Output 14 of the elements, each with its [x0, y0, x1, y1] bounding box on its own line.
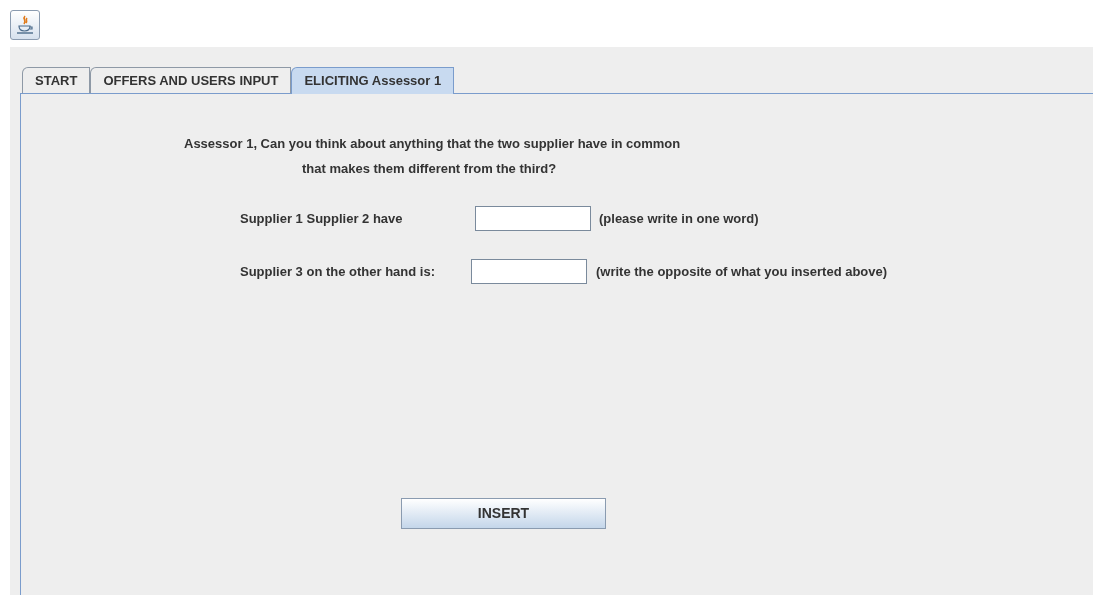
- app-button[interactable]: [10, 10, 40, 40]
- tab[interactable]: ELICITING Assessor 1: [291, 67, 455, 94]
- insert-button[interactable]: INSERT: [401, 498, 606, 529]
- coffee-cup-icon: [16, 15, 34, 35]
- question-text: Assessor 1, Can you think about anything that the two supplier have in common: [184, 135, 682, 153]
- tab[interactable]: START: [22, 67, 91, 93]
- hint-text: (please write in one word): [599, 209, 759, 228]
- field-label: Supplier 1 Supplier 2 have: [240, 209, 404, 228]
- question-text: that makes them different from the third?: [302, 160, 557, 178]
- hint-text: (write the opposite of what you inserted above): [596, 262, 888, 281]
- field-label: Supplier 3 on the other hand is:: [240, 262, 436, 281]
- input-field[interactable]: [471, 259, 587, 284]
- tab[interactable]: OFFERS AND USERS INPUT: [90, 67, 292, 93]
- input-field[interactable]: [475, 206, 591, 231]
